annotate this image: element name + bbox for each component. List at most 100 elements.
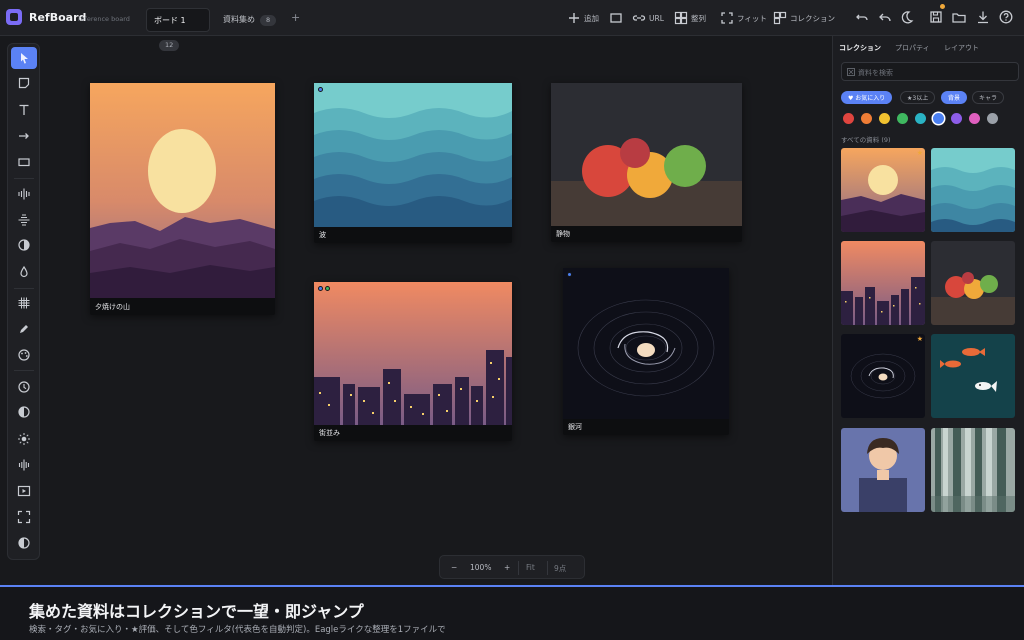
filter-chip-favorite[interactable]: ♥ お気に入り bbox=[841, 91, 893, 104]
history-tool-button[interactable] bbox=[11, 376, 37, 398]
collection-thumb-still-life[interactable] bbox=[931, 241, 1015, 325]
undo-all-icon[interactable] bbox=[877, 9, 893, 25]
collection-thumb-galaxy[interactable]: ★ bbox=[841, 334, 925, 418]
filter-chip-character[interactable]: キャラ bbox=[972, 91, 1005, 104]
card-caption: 銀河 bbox=[568, 423, 582, 431]
add-button[interactable]: 追加 bbox=[567, 8, 599, 28]
image-card-galaxy[interactable]: 銀河 bbox=[563, 268, 729, 435]
invert-tool-button[interactable] bbox=[11, 401, 37, 423]
color-filter-cyan[interactable] bbox=[915, 113, 926, 124]
collection-thumb-fish[interactable] bbox=[931, 334, 1015, 418]
tool-palette bbox=[7, 43, 40, 560]
tab-layout[interactable]: レイアウト bbox=[944, 43, 979, 53]
zoom-fit-button[interactable]: Fit bbox=[526, 563, 535, 572]
color-filter-purple[interactable] bbox=[951, 113, 962, 124]
arrow-tool-button[interactable] bbox=[11, 125, 37, 147]
app-logo-icon bbox=[6, 9, 22, 25]
collection-search-input[interactable]: 資料を検索 bbox=[841, 62, 1019, 81]
sticky-note-tool-button[interactable] bbox=[11, 72, 37, 94]
zoom-out-button[interactable]: − bbox=[451, 563, 457, 572]
plus-icon bbox=[569, 13, 579, 23]
pen-tool-button[interactable] bbox=[11, 318, 37, 340]
add-tab-button[interactable]: + bbox=[291, 11, 300, 24]
image-card-waves[interactable]: 波 bbox=[314, 83, 512, 243]
contrast-tool-button[interactable] bbox=[11, 234, 37, 256]
fit-button[interactable]: フィット bbox=[720, 8, 767, 28]
tab-board-1[interactable]: ボード 1 12 bbox=[146, 8, 210, 51]
brightness-tool-button[interactable] bbox=[11, 428, 37, 450]
color-filter-blue[interactable] bbox=[933, 113, 944, 124]
color-filter-pink[interactable] bbox=[969, 113, 980, 124]
collection-thumb-waves[interactable] bbox=[931, 148, 1015, 232]
color-filter-red[interactable] bbox=[843, 113, 854, 124]
image-card-sunset-mountain[interactable]: 夕焼けの山 bbox=[90, 83, 275, 315]
filter-chip-rating[interactable]: ★3以上 bbox=[900, 91, 936, 104]
cityscape-image bbox=[314, 282, 512, 425]
presentation-tool-button[interactable] bbox=[11, 480, 37, 502]
fit-label: フィット bbox=[737, 13, 767, 23]
eyedropper-tool-button[interactable] bbox=[11, 261, 37, 283]
theme-moon-icon[interactable] bbox=[899, 9, 915, 25]
palette-tool-button[interactable] bbox=[11, 344, 37, 366]
top-bar: RefBoard reference board ボード 112 資料集め 8 +… bbox=[0, 0, 1024, 51]
collection-thumb-portrait[interactable] bbox=[841, 428, 925, 512]
color-filter-green[interactable] bbox=[897, 113, 908, 124]
collection-label: コレクション bbox=[790, 13, 835, 23]
grayscale-tool-button[interactable] bbox=[11, 532, 37, 554]
fullscreen-tool-button[interactable] bbox=[11, 506, 37, 528]
collection-thumb-forest[interactable] bbox=[931, 428, 1015, 512]
color-tag-dots bbox=[567, 272, 572, 277]
color-filter-gray[interactable] bbox=[987, 113, 998, 124]
search-icon bbox=[847, 68, 855, 76]
toolbar-divider bbox=[14, 288, 34, 289]
grid-tool-button[interactable] bbox=[11, 292, 37, 314]
color-filter-yellow[interactable] bbox=[879, 113, 890, 124]
tag-dot bbox=[318, 286, 323, 291]
color-filter-orange[interactable] bbox=[861, 113, 872, 124]
download-icon[interactable] bbox=[975, 9, 991, 25]
collection-button[interactable]: コレクション bbox=[773, 8, 835, 28]
collection-thumb-city[interactable] bbox=[841, 241, 925, 325]
tag-dot bbox=[325, 286, 330, 291]
caption-footer: 集めた資料はコレクションで一望・即ジャンプ 検索・タグ・お気に入り・★評価、そし… bbox=[0, 585, 1024, 640]
align-vertical-button[interactable] bbox=[11, 209, 37, 231]
fullscreen-icon bbox=[17, 510, 31, 524]
frame-button[interactable] bbox=[609, 8, 623, 28]
open-folder-icon[interactable] bbox=[951, 9, 967, 25]
tab-collection[interactable]: コレクション bbox=[839, 43, 881, 53]
card-caption: 静物 bbox=[556, 230, 570, 238]
text-tool-button[interactable] bbox=[11, 99, 37, 121]
tab-properties[interactable]: プロパティ bbox=[895, 43, 930, 53]
filter-chip-background[interactable]: 背景 bbox=[941, 91, 968, 104]
unsaved-dot-icon bbox=[940, 4, 945, 9]
collection-panel: コレクション プロパティ レイアウト 資料を検索 ♥ お気に入り ★3以上 背景… bbox=[832, 36, 1024, 586]
save-icon[interactable] bbox=[928, 9, 944, 25]
image-card-cityscape[interactable]: 街並み bbox=[314, 282, 512, 441]
undo-icon[interactable] bbox=[854, 9, 870, 25]
collection-thumb-sunset[interactable]: ★ bbox=[841, 148, 925, 232]
help-icon[interactable] bbox=[998, 9, 1014, 25]
rect-tool-button[interactable] bbox=[11, 151, 37, 173]
url-button[interactable]: URL bbox=[632, 8, 664, 28]
sunset-mountain-image bbox=[90, 83, 275, 298]
star-rating-icon: ★ bbox=[916, 335, 923, 343]
collection-icon bbox=[773, 11, 787, 25]
text-icon bbox=[19, 104, 29, 115]
pen-icon bbox=[20, 325, 28, 333]
tab-collect[interactable]: 資料集め 8 bbox=[216, 8, 284, 32]
half-circle-icon bbox=[18, 406, 30, 418]
align-vertical-icon bbox=[18, 214, 30, 226]
flip-tool-button[interactable] bbox=[11, 454, 37, 476]
tab-count-badge: 8 bbox=[260, 15, 277, 26]
search-placeholder: 資料を検索 bbox=[858, 69, 893, 77]
zoom-in-button[interactable]: + bbox=[504, 563, 510, 572]
link-icon bbox=[632, 15, 646, 21]
flip-icon bbox=[18, 459, 30, 471]
align-horizontal-button[interactable] bbox=[11, 183, 37, 205]
sticky-note-icon bbox=[18, 77, 30, 89]
image-card-still-life[interactable]: 静物 bbox=[551, 83, 742, 242]
footer-subtitle: 検索・タグ・お気に入り・★評価、そして色フィルタ(代表色を自動判定)。Eagle… bbox=[29, 625, 446, 635]
select-tool-button[interactable] bbox=[11, 47, 37, 69]
zoom-divider bbox=[547, 561, 548, 575]
arrange-button[interactable]: 整列 bbox=[674, 8, 706, 28]
